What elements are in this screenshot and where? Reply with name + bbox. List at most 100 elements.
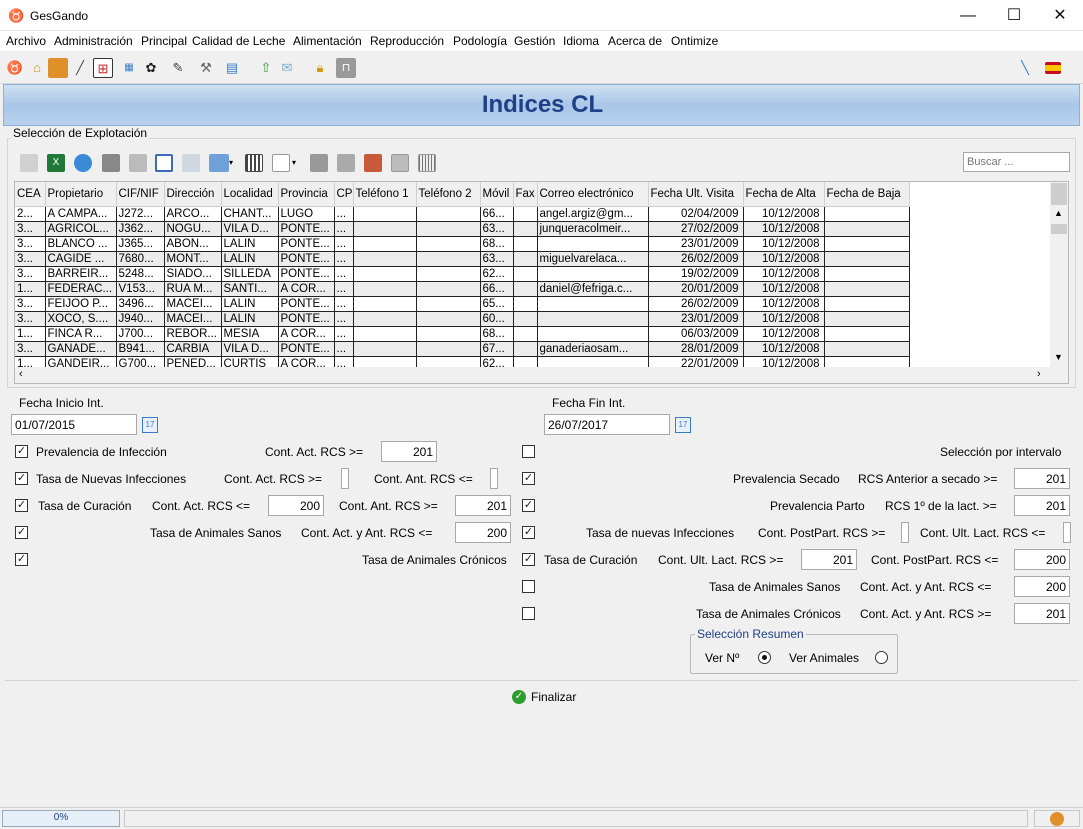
table-row[interactable]: 2... A CAMPA... J272... ARCO... CHANT... LUGO… xyxy=(15,206,910,222)
menu-acerca-de[interactable]: Acerca de xyxy=(608,34,662,48)
column-header[interactable]: Localidad xyxy=(221,182,279,207)
globe-icon[interactable] xyxy=(74,154,92,172)
calendar-icon[interactable]: ▦ xyxy=(119,58,139,78)
right-curacion-checkbox[interactable]: ✓ xyxy=(522,553,535,566)
table-row[interactable]: 3... GANADE... B941... CARBIA VILA D... PONTE… xyxy=(15,341,910,357)
intervalo-checkbox[interactable] xyxy=(522,445,535,458)
refresh-icon[interactable] xyxy=(182,154,200,172)
menu-principal[interactable]: Principal xyxy=(141,34,187,48)
chart-icon[interactable] xyxy=(209,154,229,172)
medical-icon[interactable]: ⊞ xyxy=(93,58,113,78)
column-header[interactable]: Correo electrónico xyxy=(537,182,649,207)
table-row[interactable]: 3... BARREIR... 5248... SIADO... SILLEDA PONT… xyxy=(15,266,910,282)
right-nuevas-checkbox[interactable]: ✓ xyxy=(522,526,535,539)
menu-administracion[interactable]: Administración xyxy=(54,34,133,48)
table-row[interactable]: 3... FEIJOO P... 3496... MACEI... LALIN PONTE… xyxy=(15,296,910,312)
column-header[interactable]: Teléfono 1 xyxy=(353,182,417,207)
scroll-right-icon[interactable]: › xyxy=(1037,368,1041,380)
menu-gestion[interactable]: Gestión xyxy=(514,34,555,48)
calendar-icon[interactable]: 17 xyxy=(675,417,691,433)
column-header[interactable]: Fecha de Baja xyxy=(824,182,910,207)
parto-f1-input[interactable] xyxy=(1014,495,1070,516)
menu-archivo[interactable]: Archivo xyxy=(6,34,46,48)
form-icon[interactable]: ▤ xyxy=(222,58,242,78)
copy-icon[interactable] xyxy=(20,154,38,172)
delete-filter-icon[interactable] xyxy=(391,154,409,172)
group-icon[interactable] xyxy=(337,154,355,172)
cronicos-checkbox[interactable]: ✓ xyxy=(15,553,28,566)
herd-icon[interactable]: ✿ xyxy=(141,58,161,78)
upload-icon[interactable]: ⇧ xyxy=(256,58,276,78)
galician-flag-icon[interactable]: ╲ xyxy=(1015,58,1035,78)
scroll-left-icon[interactable]: ‹ xyxy=(19,368,23,380)
curacion-checkbox[interactable]: ✓ xyxy=(15,499,28,512)
chart-dropdown-icon[interactable]: ▾ xyxy=(229,154,237,172)
maximize-button[interactable]: ☐ xyxy=(991,0,1037,31)
page-icon[interactable] xyxy=(272,154,290,172)
menu-idioma[interactable]: Idioma xyxy=(563,34,599,48)
column-header[interactable]: Teléfono 2 xyxy=(416,182,481,207)
table-row[interactable]: 1... FEDERAC... V153... RUA M... SANTI... A C… xyxy=(15,281,910,297)
right-curacion-f2-input[interactable] xyxy=(1014,549,1070,570)
explotacion-table[interactable]: CEA Propietario CIF/NIF Dirección Localidad P… xyxy=(14,181,1069,384)
right-sanos-f1-input[interactable] xyxy=(1014,576,1070,597)
logout-icon[interactable]: ⊓ xyxy=(336,58,356,78)
excel-icon[interactable]: X xyxy=(47,154,65,172)
curacion-f1-input[interactable] xyxy=(268,495,324,516)
table-row[interactable]: 1... FINCA R... J700... REBOR... MESIA A COR.… xyxy=(15,326,910,342)
table-row[interactable]: 3... CAGIDE ... 7680... MONT... LALIN PONTE..… xyxy=(15,251,910,267)
column-header[interactable]: CEA xyxy=(15,182,46,207)
scroll-up-icon[interactable]: ▲ xyxy=(1054,208,1063,218)
nuevas-f1-input[interactable] xyxy=(341,468,349,489)
right-curacion-f1-input[interactable] xyxy=(801,549,857,570)
table-row[interactable]: 3... BLANCO ... J365... ABON... LALIN PONTE..… xyxy=(15,236,910,252)
filter-icon[interactable] xyxy=(364,154,382,172)
syringe-icon[interactable]: ╱ xyxy=(70,58,90,78)
prevalencia-checkbox[interactable]: ✓ xyxy=(15,445,28,458)
parto-checkbox[interactable]: ✓ xyxy=(522,499,535,512)
ver-n-radio[interactable] xyxy=(758,651,771,664)
nuevas-f2-input[interactable] xyxy=(490,468,498,489)
save-icon[interactable] xyxy=(155,154,173,172)
right-cronicos-f1-input[interactable] xyxy=(1014,603,1070,624)
prevalencia-f1-input[interactable] xyxy=(381,441,437,462)
minimize-button[interactable]: — xyxy=(945,0,991,31)
table-horizontal-scrollbar[interactable]: ‹ › xyxy=(15,367,1068,383)
columns-icon[interactable] xyxy=(245,154,263,172)
tools-icon[interactable]: ⚒ xyxy=(196,58,216,78)
right-nuevas-f1-input[interactable] xyxy=(901,522,909,543)
column-header[interactable]: Propietario xyxy=(45,182,117,207)
menu-reproduccion[interactable]: Reproducción xyxy=(370,34,444,48)
barcode-icon[interactable] xyxy=(418,154,436,172)
column-header[interactable]: Móvil xyxy=(480,182,514,207)
secado-f1-input[interactable] xyxy=(1014,468,1070,489)
menu-alimentacion[interactable]: Alimentación xyxy=(293,34,362,48)
sum-icon[interactable] xyxy=(310,154,328,172)
sanos-f1-input[interactable] xyxy=(455,522,511,543)
column-header[interactable]: Fecha de Alta xyxy=(743,182,825,207)
column-header[interactable]: Provincia xyxy=(278,182,335,207)
menu-ontimize[interactable]: Ontimize xyxy=(671,34,718,48)
ver-animales-radio[interactable] xyxy=(875,651,888,664)
right-cronicos-checkbox[interactable] xyxy=(522,607,535,620)
column-header[interactable]: CP xyxy=(334,182,354,207)
table-row[interactable]: 3... XOCO, S.... J940... MACEI... LALIN PONTE… xyxy=(15,311,910,327)
page-dropdown-icon[interactable]: ▾ xyxy=(292,154,300,172)
secado-checkbox[interactable]: ✓ xyxy=(522,472,535,485)
curacion-f2-input[interactable] xyxy=(455,495,511,516)
search-input[interactable] xyxy=(963,152,1070,172)
nuevas-checkbox[interactable]: ✓ xyxy=(15,472,28,485)
column-header[interactable]: Dirección xyxy=(164,182,222,207)
clear-icon[interactable] xyxy=(129,154,147,172)
fecha-inicio-input[interactable] xyxy=(11,414,137,435)
close-button[interactable]: ✕ xyxy=(1037,0,1083,31)
sanos-checkbox[interactable]: ✓ xyxy=(15,526,28,539)
fecha-fin-input[interactable] xyxy=(544,414,670,435)
column-header[interactable]: CIF/NIF xyxy=(116,182,165,207)
table-row[interactable]: 3... AGRICOL... J362... NOGU... VILA D... PON… xyxy=(15,221,910,237)
alert-icon[interactable] xyxy=(48,58,68,78)
print-icon[interactable] xyxy=(102,154,120,172)
table-vertical-scrollbar[interactable]: ▲ ▼ xyxy=(1050,182,1068,367)
scroll-thumb[interactable] xyxy=(1051,224,1067,234)
notes-icon[interactable]: ✎ xyxy=(168,58,188,78)
